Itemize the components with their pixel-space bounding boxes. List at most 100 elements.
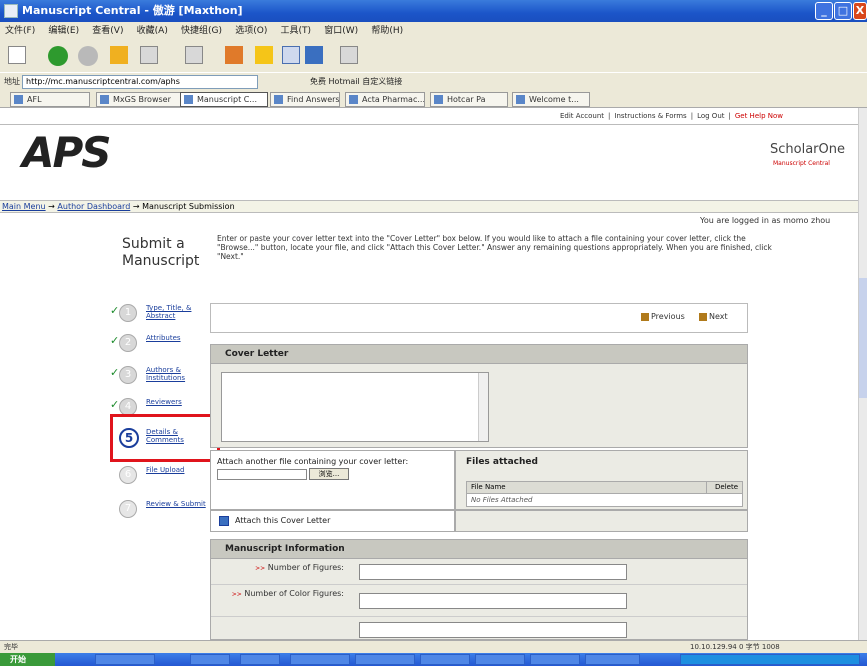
maximize-button[interactable]: □ [834,2,852,20]
taskbar-item-5[interactable] [420,654,470,665]
window-titlebar: Manuscript Central - 傲游 [Maxthon] _ □ X [0,0,867,22]
pages-icon[interactable] [140,46,158,64]
tab-welcome[interactable]: Welcome t... [512,92,590,107]
favorites-star-icon[interactable] [255,46,273,64]
page-icon [516,95,525,104]
minimize-button[interactable]: _ [815,2,833,20]
taskbar-item-6[interactable] [475,654,525,665]
menu-tools[interactable]: 工具(T) [276,22,317,40]
check-icon: ✓ [110,334,120,347]
manuscript-information-panel: >> Number of Figures: >> Number of Color… [210,558,748,640]
browser-toolbar [0,40,867,72]
browse-button[interactable]: 浏览... [309,468,349,480]
tab-hotcar[interactable]: Hotcar Pa [430,92,508,107]
grid-icon[interactable] [340,46,358,64]
step-attributes[interactable]: ✓ 2 Attributes [110,332,220,360]
next-button[interactable]: Next [699,312,728,321]
color-figures-row: >> Number of Color Figures: [211,585,747,617]
taskbar-item-7[interactable] [530,654,580,665]
breadcrumb-author-dashboard[interactable]: Author Dashboard [57,202,130,211]
cover-letter-panel [210,363,748,448]
menu-edit[interactable]: 编辑(E) [43,22,84,40]
top-links: Edit Account | Instructions & Forms | Log Ou… [560,112,783,120]
taskbar-item-3[interactable] [290,654,350,665]
forward-icon[interactable] [78,46,98,66]
taskbar: 开始 [0,653,867,666]
taskbar-item-1[interactable] [190,654,230,665]
tabs-icon[interactable] [185,46,203,64]
taskbar-item-8[interactable] [585,654,640,665]
back-icon[interactable] [48,46,68,66]
step-file-upload[interactable]: 6 File Upload [110,464,220,492]
step-authors-institutions[interactable]: ✓ 3 Authors & Institutions [110,364,220,392]
instructions-link[interactable]: Instructions & Forms [614,112,686,120]
highlight-annotation [110,414,220,462]
menu-groups[interactable]: 快捷组(G) [176,22,227,40]
menu-window[interactable]: 窗口(W) [319,22,363,40]
next-arrow-icon [699,312,707,321]
page-icon [274,95,283,104]
tab-afl[interactable]: AFL [10,92,90,107]
cover-letter-heading: Cover Letter [210,344,748,364]
taskbar-item-4[interactable] [355,654,415,665]
url-input[interactable]: http://mc.manuscriptcentral.com/aphs [22,75,258,89]
home-icon[interactable] [225,46,243,64]
tab-find-answers[interactable]: Find Answers [270,92,340,107]
page-title: Submit a Manuscript [122,236,200,269]
status-bar: 完毕 10.10.129.94 0 字节 1008 [0,640,867,653]
number-of-color-figures-input[interactable] [359,593,627,609]
menu-help[interactable]: 帮助(H) [366,22,408,40]
links-toolbar[interactable]: 免费 Hotmail 自定义链接 [310,73,402,91]
textarea-scrollbar[interactable] [478,373,488,441]
attach-cover-letter-button[interactable]: Attach this Cover Letter [235,516,330,525]
step-review-submit[interactable]: 7 Review & Submit [110,498,220,526]
instructions-text: Enter or paste your cover letter text in… [217,234,772,261]
file-name-column: File Name [471,483,506,491]
figures-row: >> Number of Figures: [211,559,747,585]
previous-button[interactable]: Previous [641,312,685,321]
page-icon [100,95,109,104]
breadcrumb-main-menu[interactable]: Main Menu [2,202,46,211]
tab-acta-pharmac[interactable]: Acta Pharmac... [345,92,425,107]
delete-column: Delete [715,483,738,491]
window-title: Manuscript Central - 傲游 [Maxthon] [22,4,243,17]
menu-favorites[interactable]: 收藏(A) [132,22,173,40]
page-scrollbar[interactable] [858,108,867,640]
help-link[interactable]: Get Help Now [735,112,783,120]
attach-cover-letter-cell: Attach this Cover Letter [210,510,455,532]
tab-mxgs[interactable]: MxGS Browser [96,92,184,107]
previous-arrow-icon [641,312,649,321]
quicklaunch-icons[interactable] [95,654,155,665]
number-of-figures-input[interactable] [359,564,627,580]
close-button[interactable]: X [853,2,867,20]
page-content: Edit Account | Instructions & Forms | Log Ou… [0,108,858,640]
tab-manuscript-central[interactable]: Manuscript C... [180,92,268,107]
attach-icon[interactable] [219,516,229,526]
attach-file-label: Attach another file containing your cove… [217,457,409,466]
menu-view[interactable]: 查看(V) [87,22,128,40]
aps-logo: APS [22,128,112,177]
next-field-input[interactable] [359,622,627,638]
page-icon [349,95,358,104]
start-button[interactable]: 开始 [0,653,55,666]
file-path-input[interactable] [217,469,307,480]
menu-options[interactable]: 选项(O) [230,22,272,40]
step-type-title-abstract[interactable]: ✓ 1 Type, Title, & Abstract [110,302,220,330]
browser-icon [4,4,18,18]
refresh-icon[interactable] [110,46,128,64]
menu-file[interactable]: 文件(F) [0,22,40,40]
scrollbar-thumb[interactable] [859,278,867,398]
check-icon: ✓ [110,366,120,379]
taskbar-item-2[interactable] [240,654,280,665]
address-label: 地址 [4,77,20,86]
edit-account-link[interactable]: Edit Account [560,112,604,120]
breadcrumb: Main Menu → Author Dashboard → Manuscrip… [0,200,858,213]
new-page-icon[interactable] [8,46,26,64]
cover-letter-textarea[interactable] [221,372,489,442]
status-right: 10.10.129.94 0 字节 1008 [690,643,780,651]
undo-icon[interactable] [305,46,323,64]
files-attached-title: Files attached [466,457,538,467]
monitor-icon[interactable] [282,46,300,64]
logout-link[interactable]: Log Out [697,112,724,120]
logged-in-text: You are logged in as momo zhou [700,216,831,225]
